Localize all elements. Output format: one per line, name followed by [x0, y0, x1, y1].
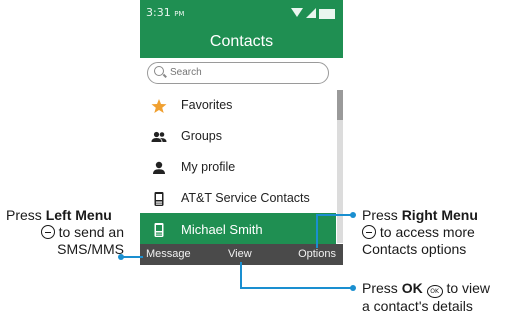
list-item-groups[interactable]: Groups — [140, 121, 336, 152]
callout-text: Contacts options — [362, 241, 467, 257]
callout-ok: Press OK OK to view a contact's details — [362, 280, 502, 315]
status-icons — [291, 7, 337, 19]
search-icon — [154, 66, 164, 76]
callout-left-menu: Press Left Menu to send an SMS/MMS — [6, 207, 124, 258]
battery-icon — [319, 9, 335, 19]
search-input[interactable] — [170, 65, 320, 80]
list-item-att-service-contacts[interactable]: AT&T Service Contacts — [140, 183, 336, 214]
scrollbar-thumb[interactable] — [337, 90, 343, 120]
ok-key-icon: OK — [426, 285, 443, 298]
callout-text: Press — [362, 280, 398, 296]
list-item-label: Michael Smith — [181, 222, 263, 237]
list-item-michael-smith[interactable]: Michael Smith — [140, 213, 336, 246]
callout-text: SMS/MMS — [57, 241, 124, 257]
callout-dot — [350, 285, 356, 291]
list-item-label: AT&T Service Contacts — [181, 191, 310, 205]
status-time: 3:31 PM — [146, 6, 185, 19]
callout-text: Press — [362, 207, 398, 223]
callout-line — [240, 262, 242, 289]
callout-line — [240, 287, 352, 289]
groups-icon — [151, 131, 167, 142]
list-item-favorites[interactable]: Favorites — [140, 90, 336, 121]
star-icon — [151, 99, 167, 113]
callout-text: a contact's details — [362, 298, 473, 314]
phone-icon — [154, 223, 164, 237]
left-menu-key-icon — [40, 225, 55, 239]
callout-key: Left Menu — [45, 207, 112, 223]
list-item-my-profile[interactable]: My profile — [140, 152, 336, 183]
wifi-icon — [291, 8, 303, 17]
callout-line — [316, 214, 352, 216]
callout-line — [121, 256, 143, 258]
scrollbar[interactable] — [337, 90, 343, 243]
softkey-message[interactable]: Message — [146, 244, 191, 265]
callout-key: OK — [401, 280, 423, 296]
phone-screen: 3:31 PM Contacts Favorites Groups My pro… — [140, 0, 343, 265]
page-title: Contacts — [140, 28, 343, 58]
right-menu-key-icon — [362, 225, 376, 239]
callout-text: to view — [446, 280, 491, 296]
callout-dot — [350, 212, 356, 218]
callout-text: Press — [6, 207, 42, 223]
list-item-label: Favorites — [181, 98, 233, 112]
status-bar: 3:31 PM — [140, 0, 343, 28]
callout-line — [316, 214, 318, 248]
phone-icon — [154, 192, 164, 206]
person-icon — [153, 161, 165, 174]
callout-text: to send an — [58, 224, 124, 240]
list-item-label: Groups — [181, 129, 222, 143]
callout-text: to access more — [379, 224, 475, 240]
signal-icon — [306, 8, 316, 18]
search-field[interactable] — [147, 62, 329, 84]
list-item-label: My profile — [181, 160, 236, 174]
callout-right-menu: Press Right Menu to access more Contacts… — [362, 207, 502, 258]
callout-key: Right Menu — [401, 207, 478, 223]
search-bar — [140, 58, 343, 90]
